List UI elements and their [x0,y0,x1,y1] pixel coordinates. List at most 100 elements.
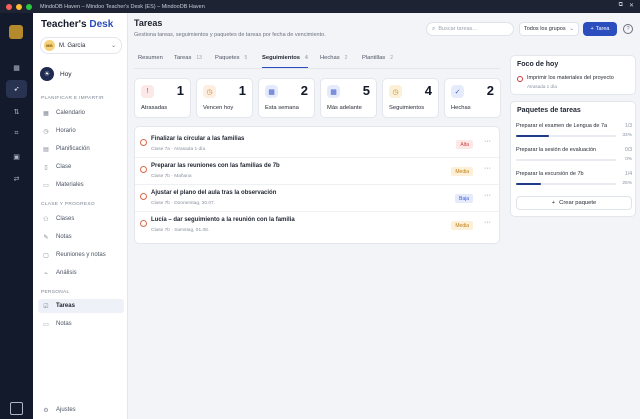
page-subtitle: Gestiona tareas, seguimientos y paquetes… [134,32,326,38]
transfer-icon[interactable]: ⇅ [6,103,27,121]
app-title: Teacher's Desk [41,19,114,30]
packages-title: Paquetes de tareas [517,107,581,114]
priority-badge: Media [451,167,473,176]
clock-icon [140,193,147,200]
stat-card-vencen-hoy[interactable]: ◷ 1 Vencen hoy [196,78,253,118]
sliders-icon[interactable]: ⇄ [6,170,27,188]
gear-icon: ⚙ [43,407,49,414]
clock-icon: ◷ [203,85,216,98]
sidebar-item-horario[interactable]: ◷ Horario [38,124,124,138]
more-icon[interactable]: ··· [484,138,491,145]
stat-card-hechas[interactable]: ✓ 2 Hechas [444,78,501,118]
sidebar-item-hoy[interactable]: ☀ Hoy [40,67,72,81]
search-input[interactable] [438,26,509,32]
calendar-icon: ▦ [43,110,49,117]
folder-icon: ▭ [43,182,49,189]
progress-bar [516,183,616,185]
title-bar: MindoDB Haven – Mindoo Teacher's Desk (E… [0,0,640,13]
app-logo [9,25,23,39]
sidebar-item-reuniones[interactable]: ▢ Reuniones y notas [38,248,124,262]
sidebar-item-notas-personal[interactable]: ▭ Notas [38,317,124,331]
tab-plantillas[interactable]: Plantillas 2 [362,55,393,68]
plus-icon: + [590,26,594,32]
copy-icon[interactable]: ⧉ [619,2,623,9]
add-task-button[interactable]: + Tarea [583,22,617,36]
pencil-icon: ✎ [43,234,49,241]
stat-card-atrasadas[interactable]: ! 1 Atrasadas [134,78,191,118]
grid-icon[interactable]: ▦ [6,59,27,77]
focus-title: Foco de hoy [517,61,559,68]
sidebar-item-tareas[interactable]: ☑ Tareas [38,299,124,313]
packages-panel: Paquetes de tareas Preparar el examen de… [510,101,636,217]
sidebar-item-clases[interactable]: ⚇ Clases [38,212,124,226]
sidebar-item-materiales[interactable]: ▭ Materiales [38,178,124,192]
priority-badge: Baja [454,194,473,203]
task-list: Finalizar la circular a las familias Cla… [134,126,500,244]
sidebar-item-calendario[interactable]: ▦ Calendario [38,106,124,120]
sun-icon: ☀ [40,67,54,81]
more-icon[interactable]: ··· [484,165,491,172]
create-package-button[interactable]: + Crear paquete [516,196,632,210]
priority-badge: Alta [456,140,473,149]
search-box[interactable]: ⌕ [426,22,514,36]
focus-panel: Foco de hoy Imprimir los materiales del … [510,55,636,95]
alert-icon: ! [141,85,154,98]
zoom-window-button[interactable] [26,3,32,10]
stat-card-mas-adelante[interactable]: ▦ 5 Más adelante [320,78,377,118]
close-window-button[interactable] [6,3,12,10]
table-row[interactable]: Preparar las reuniones con las familias … [135,158,499,185]
sidebar-item-notas[interactable]: ✎ Notas [38,230,124,244]
page-title: Tareas [134,18,163,28]
avatar: MG [44,40,55,51]
rocket-icon[interactable]: ➶ [6,80,27,98]
dismiss-icon[interactable]: ✕ [629,2,634,9]
tab-bar: Resumen Tareas 13 Paquetes 5 Seguimientos 4… [134,55,500,69]
clock-icon [140,139,147,146]
stat-card-esta-semana[interactable]: ▦ 2 Esta semana [258,78,315,118]
sidebar-item-ajustes[interactable]: ⚙ Ajustes [38,403,124,417]
sidebar-item-clase[interactable]: ▯ Clase [38,160,124,174]
package-item[interactable]: Preparar el examen de Lengua de 7a 1/3 3… [516,123,632,147]
calendar-icon: ▦ [265,85,278,98]
more-icon[interactable]: ··· [484,219,491,226]
stat-card-seguimientos[interactable]: ◷ 4 Seguimientos [382,78,439,118]
sidebar-item-planificacion[interactable]: ▤ Planificación [38,142,124,156]
tab-resumen[interactable]: Resumen [138,55,163,68]
icon-rail: ▦ ➶ ⇅ ⌗ ▣ ⇄ [0,13,33,419]
checklist-icon: ☑ [43,303,49,310]
doc-icon: ▤ [43,146,49,153]
clock-icon: ◷ [43,128,49,135]
tab-hechas[interactable]: Hechas 2 [320,55,347,68]
group-filter-select[interactable]: Todos los grupos ⌄ [519,22,579,36]
users-icon: ⚇ [43,216,49,223]
package-item[interactable]: Preparar la sesión de evaluación 0/3 0% [516,147,632,171]
screen-icon[interactable]: ▣ [6,148,27,166]
tab-tareas[interactable]: Tareas 13 [174,55,202,68]
table-row[interactable]: Finalizar la circular a las familias Cla… [135,131,499,158]
chevron-down-icon: ⌄ [569,26,574,32]
clock-icon [140,220,147,227]
tab-seguimientos[interactable]: Seguimientos 4 [262,55,308,68]
check-icon: ✓ [451,85,464,98]
section-planificar: Planificar e impartir [41,96,104,101]
chat-icon: ▢ [43,252,49,259]
panel-toggle-icon[interactable] [10,402,23,415]
focus-item[interactable]: Imprimir los materiales del proyecto [527,75,614,81]
table-row[interactable]: Ajustar el plano del aula tras la observ… [135,185,499,212]
book-icon: ▯ [44,164,48,171]
window-title: MindoDB Haven – Mindoo Teacher's Desk (E… [40,3,205,10]
chevron-down-icon: ⌄ [110,43,116,49]
sidebar: Teacher's Desk MG M. García ⌄ ☀ Hoy Plan… [33,13,128,419]
note-icon: ▭ [43,321,49,328]
table-row[interactable]: Lucía – dar seguimiento a la reunión con… [135,212,499,239]
minimize-window-button[interactable] [16,3,22,10]
help-icon[interactable]: ? [623,24,633,34]
tab-paquetes[interactable]: Paquetes 5 [215,55,247,68]
more-icon[interactable]: ··· [484,192,491,199]
sidebar-item-analisis[interactable]: ⌁ Análisis [38,266,124,280]
package-item[interactable]: Preparar la excursión de 7b 1/4 25% [516,171,632,195]
progress-bar [516,135,616,137]
user-selector[interactable]: MG M. García ⌄ [40,37,122,54]
scan-icon[interactable]: ⌗ [6,125,27,143]
progress-bar [516,159,616,161]
